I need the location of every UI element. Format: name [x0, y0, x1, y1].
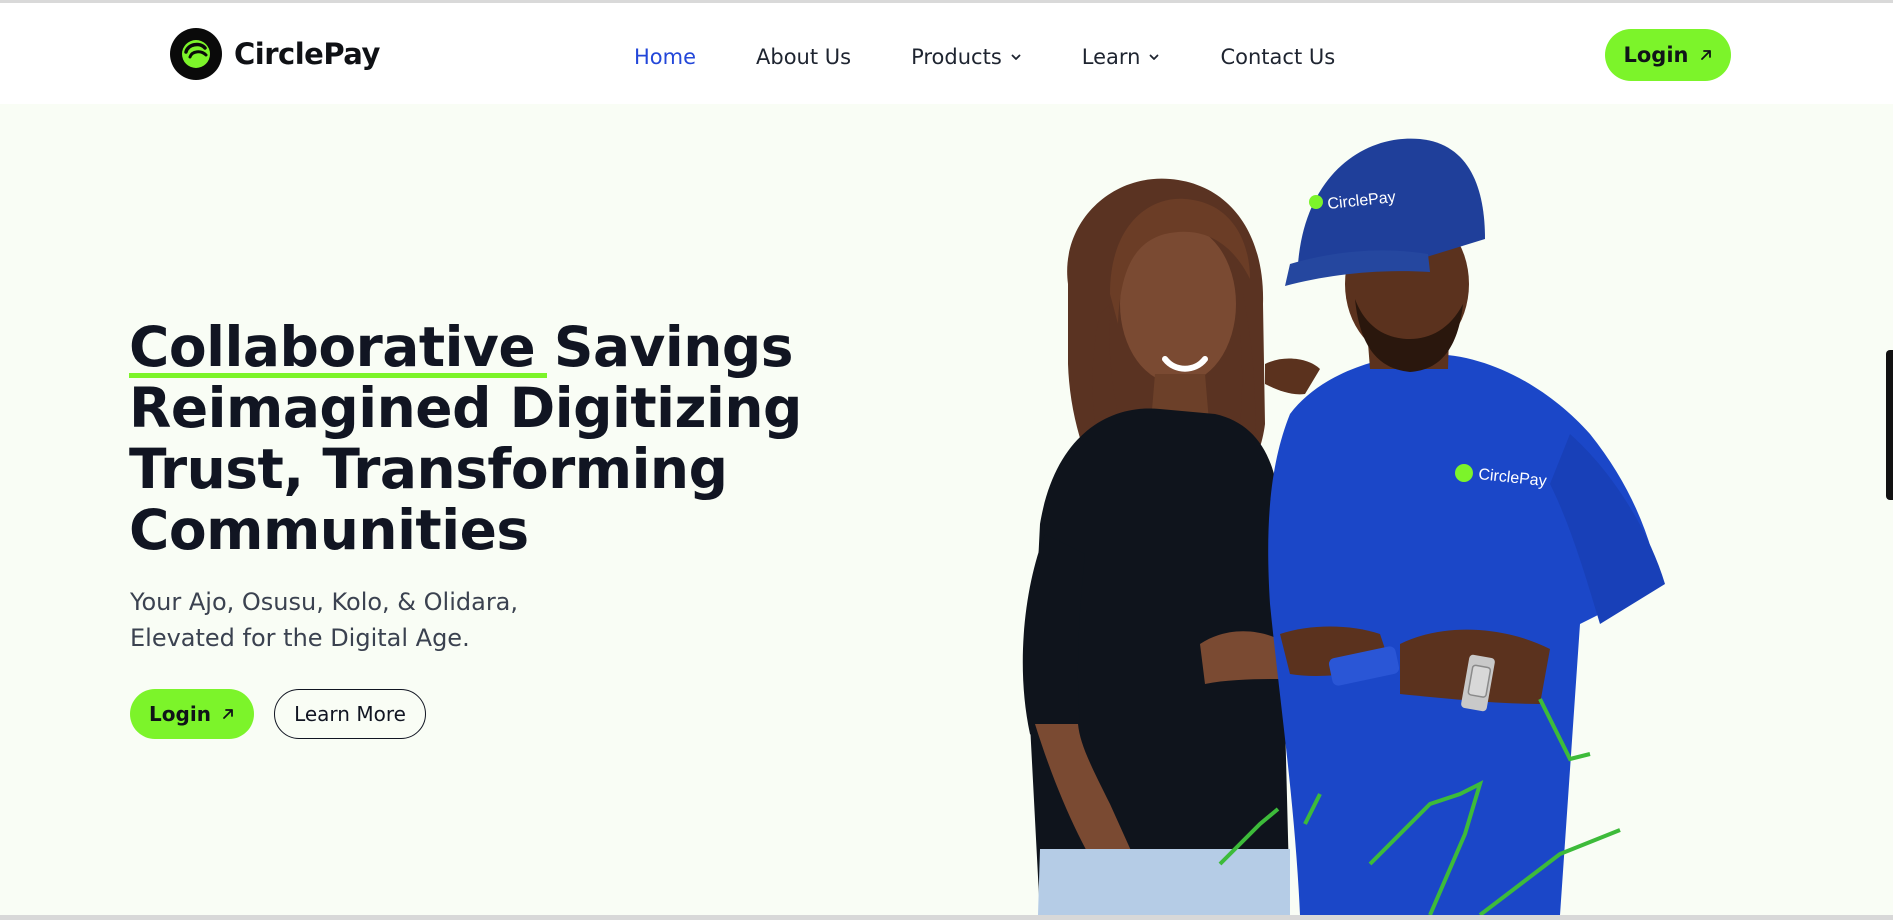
nav-item-contact-us[interactable]: Contact Us [1220, 43, 1335, 71]
nav-item-learn[interactable]: Learn [1082, 43, 1161, 71]
hero-title-highlight: Collaborative [129, 315, 548, 379]
hero-title-line1-rest: Savings [553, 315, 794, 379]
nav-item-label: Contact Us [1220, 45, 1336, 69]
hero-title-line2: Reimagined Digitizing [129, 376, 802, 440]
hero-title-line3: Trust, Transforming [129, 437, 728, 501]
circlepay-logo-icon [170, 28, 222, 80]
hero-title-line4: Communities [129, 498, 529, 562]
hero-subtitle-line1: Your Ajo, Osusu, Kolo, & Olidara, [130, 588, 519, 616]
arrow-up-right-icon [1700, 50, 1711, 60]
navbar: CirclePay Home About Us Products Learn C… [0, 3, 1893, 104]
nav-login-button[interactable]: Login [1605, 29, 1731, 81]
nav-item-label: About Us [756, 45, 852, 69]
nav-item-label: Learn [1081, 45, 1141, 69]
hero-login-button[interactable]: Login [130, 689, 254, 739]
hero-section: Collaborative Savings Reimagined Digitiz… [0, 104, 1893, 915]
hero-subtitle-line2: Elevated for the Digital Age. [130, 624, 470, 652]
brand-name: CirclePay [234, 37, 380, 71]
hero-title: Collaborative Savings Reimagined Digitiz… [129, 317, 849, 561]
nav-item-label: Home [634, 45, 697, 69]
brand-logo-link[interactable]: CirclePay [170, 28, 380, 80]
chevron-down-icon [1011, 54, 1021, 60]
scrollbar-thumb[interactable] [1886, 350, 1893, 500]
nav-item-products[interactable]: Products [911, 43, 1022, 71]
nav-item-label: Products [911, 45, 1002, 69]
learn-more-label: Learn More [294, 702, 406, 726]
chevron-down-icon [1150, 54, 1159, 60]
login-label: Login [149, 702, 211, 726]
arrow-up-right-icon [223, 709, 233, 719]
nav-item-home[interactable]: Home [634, 43, 696, 71]
hero-subtitle: Your Ajo, Osusu, Kolo, & Olidara, Elevat… [130, 584, 650, 656]
main-nav: Home About Us Products Learn Contact Us [634, 43, 1335, 71]
learn-more-button[interactable]: Learn More [274, 689, 426, 739]
nav-item-about-us[interactable]: About Us [756, 43, 851, 71]
hero-photo-couple-with-phone: CirclePay CirclePay [1022, 138, 1665, 915]
bottom-border [0, 915, 1893, 920]
login-label: Login [1623, 43, 1689, 67]
